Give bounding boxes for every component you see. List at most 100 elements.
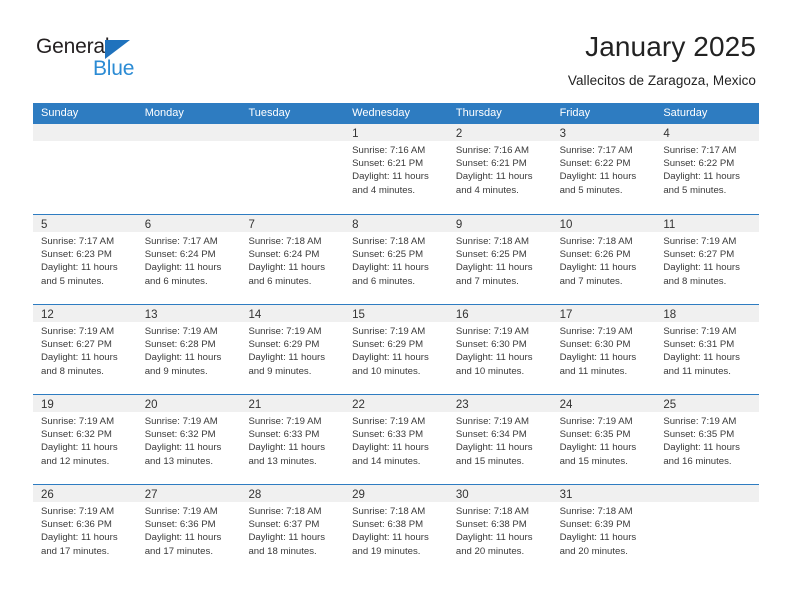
day-number: 30 bbox=[455, 489, 469, 501]
day-number-band: 1 bbox=[344, 124, 448, 141]
daylight-text-line1: Daylight: 11 hours bbox=[663, 171, 740, 183]
calendar-day-cell[interactable]: 18 Sunrise: 7:19 AM Sunset: 6:31 PM Dayligh… bbox=[655, 305, 760, 393]
daylight-text-line1: Daylight: 11 hours bbox=[559, 262, 637, 274]
calendar-day-cell[interactable]: 20 Sunrise: 7:19 AM Sunset: 6:32 PM Dayligh… bbox=[136, 395, 241, 483]
daylight-text-line2: and 6 minutes. bbox=[144, 275, 208, 287]
page-header: General Blue January 2025 Vallecitos de … bbox=[0, 0, 792, 103]
calendar-day-cell[interactable]: 21 Sunrise: 7:19 AM Sunset: 6:33 PM Dayligh… bbox=[240, 395, 345, 483]
daylight-text-line1: Daylight: 11 hours bbox=[559, 532, 637, 544]
daylight-text-line1: Daylight: 11 hours bbox=[663, 442, 740, 454]
calendar-day-cell[interactable]: 1 Sunrise: 7:16 AM Sunset: 6:21 PM Daylight… bbox=[344, 124, 448, 212]
sunset-text: Sunset: 6:21 PM bbox=[455, 158, 527, 170]
calendar-day-cell[interactable]: 13 Sunrise: 7:19 AM Sunset: 6:28 PM Dayligh… bbox=[136, 305, 241, 393]
calendar-day-cell[interactable]: 19 Sunrise: 7:19 AM Sunset: 6:32 PM Dayligh… bbox=[33, 395, 137, 483]
calendar-day-cell[interactable]: 16 Sunrise: 7:19 AM Sunset: 6:30 PM Dayligh… bbox=[447, 305, 552, 393]
daylight-text-line1: Daylight: 11 hours bbox=[455, 442, 533, 454]
day-details: Sunrise: 7:18 AM Sunset: 6:37 PM Daylight:… bbox=[240, 502, 344, 558]
day-number: 10 bbox=[559, 219, 573, 231]
calendar-day-cell[interactable]: 23 Sunrise: 7:19 AM Sunset: 6:34 PM Dayligh… bbox=[447, 395, 552, 483]
day-details: Sunrise: 7:16 AM Sunset: 6:21 PM Daylight:… bbox=[344, 141, 448, 197]
daylight-text-line1: Daylight: 11 hours bbox=[559, 171, 637, 183]
sunrise-text: Sunrise: 7:19 AM bbox=[663, 236, 737, 247]
calendar-day-cell[interactable]: 2 Sunrise: 7:16 AM Sunset: 6:21 PM Daylight… bbox=[447, 124, 552, 212]
calendar-day-cell-empty bbox=[240, 124, 345, 212]
day-details: Sunrise: 7:18 AM Sunset: 6:24 PM Daylight:… bbox=[240, 232, 344, 288]
sunrise-text: Sunrise: 7:18 AM bbox=[352, 506, 426, 517]
daylight-text-line2: and 5 minutes. bbox=[663, 184, 727, 196]
day-number: 21 bbox=[248, 399, 262, 411]
day-number-band: 5 bbox=[33, 215, 137, 232]
day-number-band: 6 bbox=[136, 215, 241, 232]
calendar-day-cell[interactable]: 25 Sunrise: 7:19 AM Sunset: 6:35 PM Dayligh… bbox=[655, 395, 760, 483]
daylight-text-line2: and 13 minutes. bbox=[248, 455, 317, 467]
day-number: 12 bbox=[41, 309, 54, 321]
calendar-day-cell[interactable]: 28 Sunrise: 7:18 AM Sunset: 6:37 PM Dayligh… bbox=[240, 485, 345, 573]
calendar-day-cell[interactable]: 5 Sunrise: 7:17 AM Sunset: 6:23 PM Daylight… bbox=[33, 215, 137, 303]
sunrise-text: Sunrise: 7:17 AM bbox=[144, 236, 218, 247]
sunset-text: Sunset: 6:35 PM bbox=[559, 429, 631, 441]
sunset-text: Sunset: 6:24 PM bbox=[248, 249, 320, 261]
day-number-band: 24 bbox=[551, 395, 656, 412]
calendar-day-cell[interactable]: 3 Sunrise: 7:17 AM Sunset: 6:22 PM Daylight… bbox=[551, 124, 656, 212]
day-number-band: 7 bbox=[240, 215, 345, 232]
calendar-day-cell[interactable]: 29 Sunrise: 7:18 AM Sunset: 6:38 PM Dayligh… bbox=[344, 485, 448, 573]
daylight-text-line2: and 7 minutes. bbox=[559, 275, 623, 287]
calendar-day-cell[interactable]: 15 Sunrise: 7:19 AM Sunset: 6:29 PM Dayligh… bbox=[344, 305, 448, 393]
calendar-day-cell[interactable]: 11 Sunrise: 7:19 AM Sunset: 6:27 PM Dayligh… bbox=[655, 215, 760, 303]
sunrise-text: Sunrise: 7:17 AM bbox=[663, 145, 737, 156]
day-number: 14 bbox=[248, 309, 262, 321]
sunset-text: Sunset: 6:33 PM bbox=[248, 429, 320, 441]
calendar-day-cell[interactable]: 17 Sunrise: 7:19 AM Sunset: 6:30 PM Dayligh… bbox=[551, 305, 656, 393]
sunrise-text: Sunrise: 7:19 AM bbox=[41, 326, 115, 337]
calendar-day-cell[interactable]: 4 Sunrise: 7:17 AM Sunset: 6:22 PM Daylight… bbox=[655, 124, 760, 212]
calendar-day-cell[interactable]: 30 Sunrise: 7:18 AM Sunset: 6:38 PM Dayligh… bbox=[447, 485, 552, 573]
daylight-text-line1: Daylight: 11 hours bbox=[144, 442, 222, 454]
sunrise-text: Sunrise: 7:17 AM bbox=[41, 236, 115, 247]
day-number-band: 13 bbox=[136, 305, 241, 322]
day-details: Sunrise: 7:19 AM Sunset: 6:33 PM Daylight:… bbox=[344, 412, 448, 468]
calendar-week-row: 19 Sunrise: 7:19 AM Sunset: 6:32 PM Dayligh… bbox=[33, 394, 760, 484]
generalblue-logo[interactable]: General Blue bbox=[36, 36, 236, 88]
calendar-day-cell[interactable]: 9 Sunrise: 7:18 AM Sunset: 6:25 PM Daylight… bbox=[447, 215, 552, 303]
day-number: 17 bbox=[559, 309, 573, 321]
calendar-day-cell[interactable]: 31 Sunrise: 7:18 AM Sunset: 6:39 PM Dayligh… bbox=[551, 485, 656, 573]
day-details: Sunrise: 7:19 AM Sunset: 6:32 PM Daylight:… bbox=[137, 412, 241, 468]
calendar-day-cell-empty bbox=[136, 124, 241, 212]
sunset-text: Sunset: 6:29 PM bbox=[352, 339, 424, 351]
sunset-text: Sunset: 6:35 PM bbox=[663, 429, 735, 441]
sunset-text: Sunset: 6:26 PM bbox=[559, 249, 631, 261]
sunrise-text: Sunrise: 7:16 AM bbox=[455, 145, 529, 156]
sunrise-text: Sunrise: 7:19 AM bbox=[352, 416, 426, 427]
day-details: Sunrise: 7:19 AM Sunset: 6:27 PM Daylight:… bbox=[655, 232, 759, 288]
calendar-day-cell[interactable]: 24 Sunrise: 7:19 AM Sunset: 6:35 PM Dayligh… bbox=[551, 395, 656, 483]
day-number: 19 bbox=[41, 399, 54, 411]
daylight-text-line2: and 9 minutes. bbox=[248, 365, 312, 377]
sunset-text: Sunset: 6:38 PM bbox=[455, 519, 527, 531]
daylight-text-line2: and 16 minutes. bbox=[663, 455, 732, 467]
sunrise-text: Sunrise: 7:19 AM bbox=[455, 326, 529, 337]
calendar-day-cell[interactable]: 10 Sunrise: 7:18 AM Sunset: 6:26 PM Dayligh… bbox=[551, 215, 656, 303]
day-number-band: 12 bbox=[33, 305, 137, 322]
daylight-text-line2: and 5 minutes. bbox=[559, 184, 623, 196]
calendar-day-cell[interactable]: 27 Sunrise: 7:19 AM Sunset: 6:36 PM Dayligh… bbox=[136, 485, 241, 573]
day-details: Sunrise: 7:18 AM Sunset: 6:25 PM Daylight:… bbox=[344, 232, 448, 288]
sunset-text: Sunset: 6:36 PM bbox=[144, 519, 216, 531]
day-number-band: 3 bbox=[551, 124, 656, 141]
calendar-day-cell[interactable]: 8 Sunrise: 7:18 AM Sunset: 6:25 PM Daylight… bbox=[344, 215, 448, 303]
calendar-day-cell[interactable]: 6 Sunrise: 7:17 AM Sunset: 6:24 PM Daylight… bbox=[136, 215, 241, 303]
sunset-text: Sunset: 6:30 PM bbox=[559, 339, 631, 351]
calendar-day-cell[interactable]: 26 Sunrise: 7:19 AM Sunset: 6:36 PM Dayligh… bbox=[33, 485, 137, 573]
sunset-text: Sunset: 6:25 PM bbox=[352, 249, 424, 261]
calendar-day-cell[interactable]: 22 Sunrise: 7:19 AM Sunset: 6:33 PM Dayligh… bbox=[344, 395, 448, 483]
weekday-header-sunday: Sunday bbox=[41, 107, 79, 119]
weekday-header-wednesday: Wednesday bbox=[352, 107, 411, 119]
calendar-day-cell[interactable]: 7 Sunrise: 7:18 AM Sunset: 6:24 PM Daylight… bbox=[240, 215, 345, 303]
day-number-band: 23 bbox=[447, 395, 552, 412]
day-number-band bbox=[655, 485, 760, 502]
calendar-day-cell[interactable]: 14 Sunrise: 7:19 AM Sunset: 6:29 PM Dayligh… bbox=[240, 305, 345, 393]
day-details: Sunrise: 7:19 AM Sunset: 6:35 PM Daylight:… bbox=[552, 412, 656, 468]
sunrise-text: Sunrise: 7:19 AM bbox=[352, 326, 426, 337]
sunset-text: Sunset: 6:29 PM bbox=[248, 339, 320, 351]
calendar-day-cell[interactable]: 12 Sunrise: 7:19 AM Sunset: 6:27 PM Dayligh… bbox=[33, 305, 137, 393]
sunrise-text: Sunrise: 7:19 AM bbox=[663, 326, 737, 337]
